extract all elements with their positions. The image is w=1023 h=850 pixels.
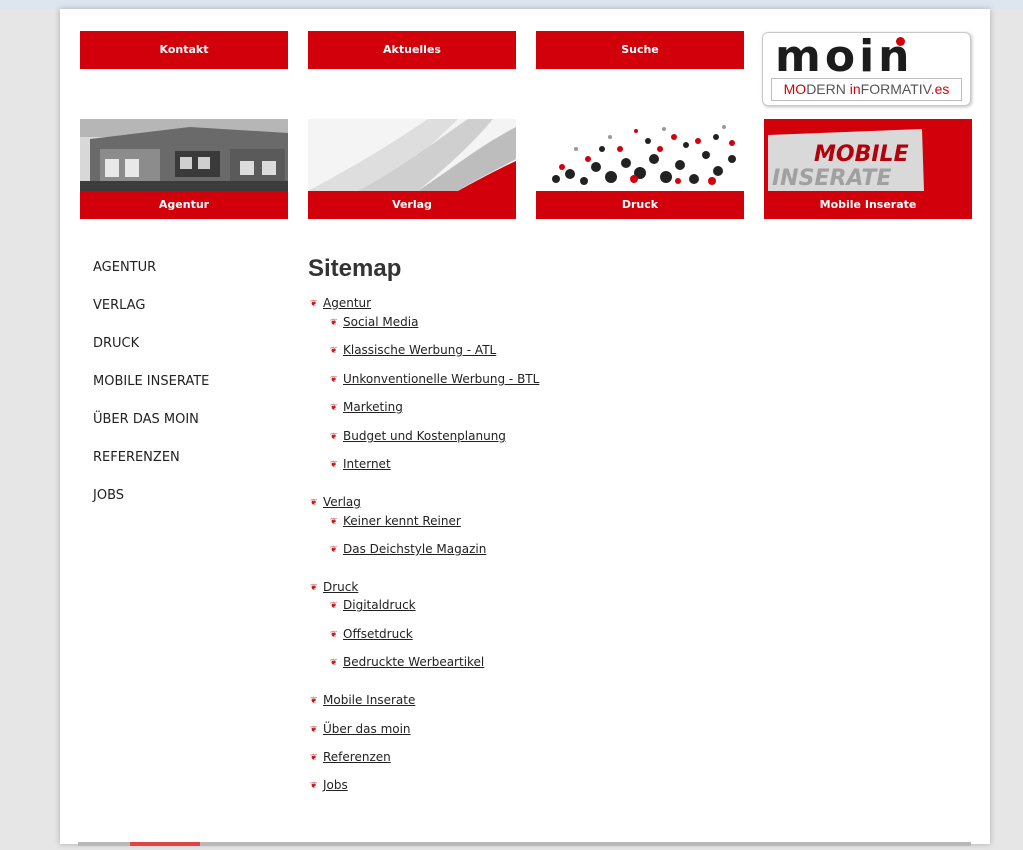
moin-logo[interactable]: moin MODERN inFORMATIV.es: [762, 32, 971, 106]
tile-label: Mobile Inserate: [819, 198, 917, 211]
sidebar-item-ueber-das-moin[interactable]: ÜBER DAS MOIN: [93, 411, 209, 449]
sitemap-subitem: ❦ Keiner kennt Reiner: [330, 514, 461, 528]
sitemap-link[interactable]: Marketing: [343, 400, 403, 414]
svg-text:MOBILE: MOBILE: [814, 142, 909, 167]
bullet-icon: ❦: [310, 583, 318, 593]
sitemap-subitem: ❦ Budget und Kostenplanung: [330, 429, 506, 443]
sitemap-subitem: ❦ Offsetdruck: [330, 627, 413, 641]
logo-dot-icon: [896, 37, 905, 46]
logo-tagline: MODERN inFORMATIV.es: [771, 78, 962, 101]
tile-mobile-inserate[interactable]: MOBILE INSERATE Mobile Inserate: [764, 119, 972, 219]
sitemap-group: ❦ Referenzen: [310, 750, 391, 764]
page-container: Kontakt Aktuelles Suche moin MODERN inFO…: [60, 9, 990, 844]
bullet-icon: ❦: [330, 432, 338, 442]
bullet-icon: ❦: [330, 545, 338, 555]
sitemap-link[interactable]: Klassische Werbung - ATL: [343, 343, 496, 357]
sitemap-link[interactable]: Offsetdruck: [343, 627, 413, 641]
sitemap-subitem: ❦ Das Deichstyle Magazin: [330, 542, 486, 556]
sitemap-group: ❦ Druck: [310, 580, 358, 594]
sitemap-subitem: ❦ Digitaldruck: [330, 598, 416, 612]
sidebar-item-jobs[interactable]: JOBS: [93, 487, 209, 525]
sitemap-link[interactable]: Bedruckte Werbeartikel: [343, 655, 484, 669]
sitemap-link[interactable]: Mobile Inserate: [323, 693, 415, 707]
sitemap-group: ❦ Jobs: [310, 778, 348, 792]
sidebar-item-agentur[interactable]: AGENTUR: [93, 259, 209, 297]
sitemap-subitem: ❦ Bedruckte Werbeartikel: [330, 655, 484, 669]
sitemap-link[interactable]: Jobs: [323, 778, 348, 792]
nav-kontakt-button[interactable]: Kontakt: [80, 31, 288, 69]
bullet-icon: ❦: [330, 403, 338, 413]
bullet-icon: ❦: [310, 696, 318, 706]
nav-aktuelles-button[interactable]: Aktuelles: [308, 31, 516, 69]
nav-suche-button[interactable]: Suche: [536, 31, 744, 69]
sitemap-subitem: ❦ Unkonventionelle Werbung - BTL: [330, 372, 539, 386]
browser-top-strip: [0, 0, 1023, 9]
bullet-icon: ❦: [330, 460, 338, 470]
mobile-inserate-graphic-icon: MOBILE INSERATE: [764, 119, 972, 191]
bullet-icon: ❦: [330, 517, 338, 527]
sitemap-link[interactable]: Agentur: [323, 296, 371, 310]
sitemap-link[interactable]: Budget und Kostenplanung: [343, 429, 506, 443]
sitemap-link[interactable]: Das Deichstyle Magazin: [343, 542, 486, 556]
sitemap-subitem: ❦ Social Media: [330, 315, 418, 329]
sidebar-item-verlag[interactable]: VERLAG: [93, 297, 209, 335]
sitemap-link[interactable]: Unkonventionelle Werbung - BTL: [343, 372, 539, 386]
svg-text:INSERATE: INSERATE: [772, 166, 891, 191]
sidebar-item-referenzen[interactable]: REFERENZEN: [93, 449, 209, 487]
sitemap-subitem: ❦ Marketing: [330, 400, 403, 414]
logo-wordmark: moin: [775, 31, 914, 82]
sidebar-item-mobile-inserate[interactable]: MOBILE INSERATE: [93, 373, 209, 411]
bullet-icon: ❦: [310, 753, 318, 763]
bullet-icon: ❦: [310, 725, 318, 735]
sitemap-subitem: ❦ Internet: [330, 457, 391, 471]
bullet-icon: ❦: [330, 375, 338, 385]
sitemap-link[interactable]: Über das moin: [323, 722, 411, 736]
sitemap-group: ❦ Über das moin: [310, 722, 411, 736]
sitemap-link[interactable]: Verlag: [323, 495, 361, 509]
sitemap-link[interactable]: Druck: [323, 580, 358, 594]
tile-agentur[interactable]: Agentur: [80, 119, 288, 219]
bullet-icon: ❦: [330, 630, 338, 640]
footer-bar: [78, 842, 971, 846]
building-photo-icon: [80, 119, 288, 191]
footer-tab: [130, 842, 200, 846]
sidebar-item-druck[interactable]: DRUCK: [93, 335, 209, 373]
sitemap-link[interactable]: Internet: [343, 457, 391, 471]
sitemap-link[interactable]: Keiner kennt Reiner: [343, 514, 461, 528]
tile-verlag[interactable]: Verlag: [308, 119, 516, 219]
bullet-icon: ❦: [310, 299, 318, 309]
sitemap-group: ❦ Agentur: [310, 296, 371, 310]
tile-druck[interactable]: Druck: [536, 119, 744, 219]
bullet-icon: ❦: [330, 318, 338, 328]
bullet-icon: ❦: [330, 601, 338, 611]
tile-label: Agentur: [158, 198, 210, 211]
book-pages-icon: [308, 119, 516, 191]
sitemap-group: ❦ Mobile Inserate: [310, 693, 415, 707]
dots-pattern-icon: [536, 119, 744, 191]
page-title: Sitemap: [308, 255, 402, 282]
sitemap-subitem: ❦ Klassische Werbung - ATL: [330, 343, 496, 357]
tile-label: Verlag: [392, 198, 432, 211]
tile-label: Druck: [621, 198, 659, 211]
bullet-icon: ❦: [310, 781, 318, 791]
sitemap-link[interactable]: Social Media: [343, 315, 418, 329]
bullet-icon: ❦: [330, 658, 338, 668]
bullet-icon: ❦: [330, 346, 338, 356]
sidebar-nav: AGENTUR VERLAG DRUCK MOBILE INSERATE ÜBE…: [93, 259, 209, 525]
bullet-icon: ❦: [310, 498, 318, 508]
sitemap-link[interactable]: Referenzen: [323, 750, 391, 764]
sitemap-link[interactable]: Digitaldruck: [343, 598, 416, 612]
sitemap-group: ❦ Verlag: [310, 495, 361, 509]
